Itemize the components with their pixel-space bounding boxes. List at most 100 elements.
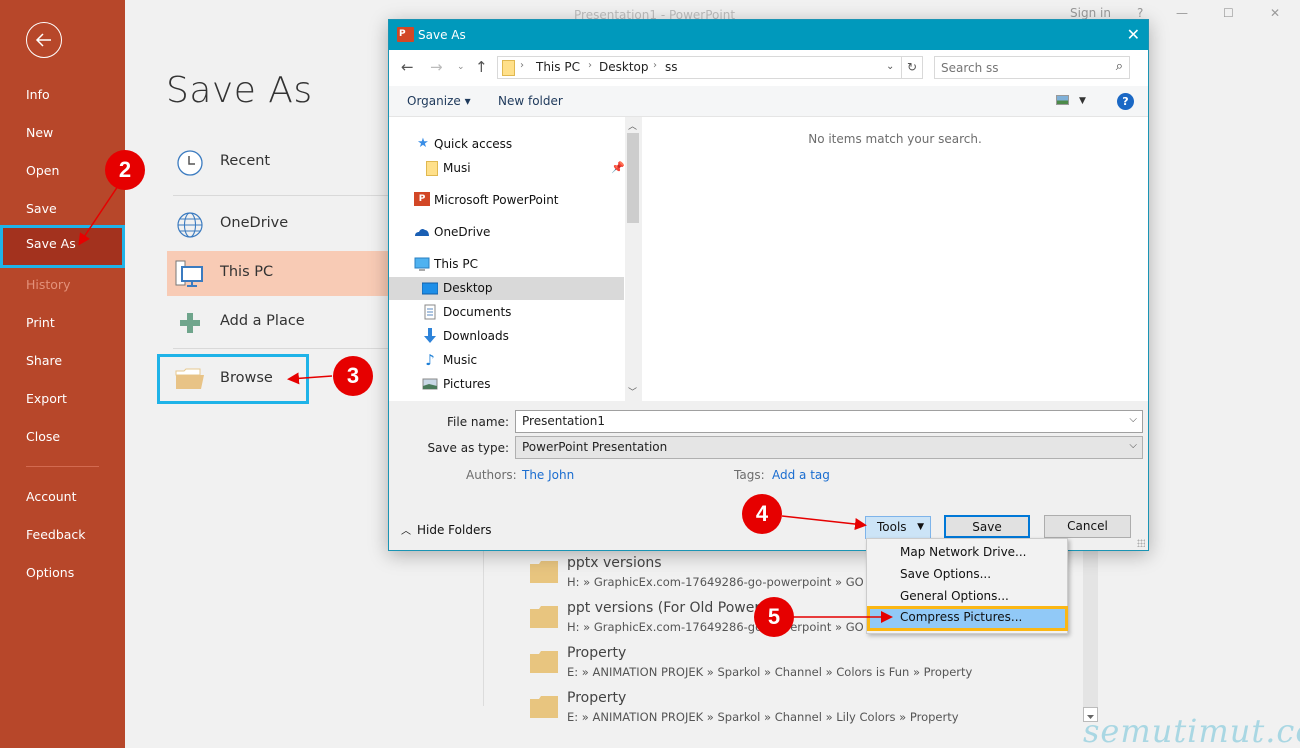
menu-item-map-network-drive[interactable]: Map Network Drive... [867, 541, 1067, 563]
hide-folders-label: Hide Folders [417, 523, 492, 537]
location-add-place[interactable]: Add a Place [167, 300, 389, 345]
view-dropdown-icon[interactable]: ▼ [1079, 96, 1086, 106]
tree-item-label: Quick access [434, 137, 513, 151]
chevron-down-icon[interactable]: ⌵ [1129, 440, 1137, 451]
search-input[interactable] [941, 58, 1101, 78]
view-options-icon[interactable] [1056, 95, 1069, 105]
hide-folders-button[interactable]: ︿ Hide Folders [401, 522, 492, 537]
breadcrumb-ss[interactable]: ss [665, 60, 678, 74]
close-button[interactable]: ✕ [1270, 6, 1280, 20]
address-bar[interactable]: › This PC › Desktop › ss ⌄ [497, 56, 902, 79]
up-folder-icon[interactable]: ↑ [475, 58, 488, 76]
menu-item-general-options[interactable]: General Options... [867, 585, 1067, 607]
folder-name: Property [567, 645, 627, 661]
dropdown-arrow-icon: ▼ [917, 522, 924, 532]
tags-value[interactable]: Add a tag [772, 468, 830, 482]
sidebar-item-save[interactable]: Save [0, 190, 125, 228]
scrollbar-thumb[interactable] [627, 133, 639, 223]
tree-item-onedrive[interactable]: OneDrive [389, 221, 624, 244]
authors-value[interactable]: The John [522, 468, 574, 482]
help-button[interactable]: ? [1137, 6, 1143, 20]
watermark: semutimut.com [1083, 712, 1300, 748]
organize-button[interactable]: Organize ▾ [407, 94, 471, 108]
sidebar-item-export[interactable]: Export [0, 380, 125, 418]
computer-icon [414, 257, 430, 271]
sidebar-item-close[interactable]: Close [0, 418, 125, 456]
sidebar-item-share[interactable]: Share [0, 342, 125, 380]
pin-icon[interactable]: 📌 [611, 161, 625, 174]
tree-item-this-pc[interactable]: This PC [389, 253, 624, 276]
desktop-icon [422, 282, 438, 295]
sidebar-item-print[interactable]: Print [0, 304, 125, 342]
tree-item-microsoft-powerpoint[interactable]: P Microsoft PowerPoint [389, 189, 624, 212]
scroll-up-icon[interactable]: ︿ [628, 119, 637, 132]
folder-icon [530, 696, 558, 718]
tree-item-documents[interactable]: Documents [389, 301, 624, 324]
file-name-input[interactable]: Presentation1 ⌵ [515, 410, 1143, 433]
pictures-icon [422, 378, 438, 390]
location-this-pc[interactable]: This PC [167, 251, 389, 296]
help-icon[interactable]: ? [1117, 93, 1134, 110]
resize-grip[interactable] [1137, 539, 1145, 547]
sidebar-item-save-as[interactable]: Save As [0, 225, 125, 268]
breadcrumb-separator: › [520, 60, 524, 71]
location-divider [173, 195, 389, 196]
menu-item-save-options[interactable]: Save Options... [867, 563, 1067, 585]
tools-button[interactable]: Tools ▼ [865, 516, 931, 539]
sidebar-item-feedback[interactable]: Feedback [0, 516, 125, 554]
minimize-button[interactable]: — [1176, 6, 1188, 20]
tree-item-musi[interactable]: Musi 📌 [389, 157, 625, 180]
forward-nav-icon[interactable]: → [430, 58, 443, 76]
back-arrow-icon [35, 33, 51, 47]
tree-item-label: Music [443, 353, 478, 367]
sidebar-item-account[interactable]: Account [0, 478, 125, 516]
folder-name: ppt versions (For Old PowerP [567, 600, 769, 616]
step-badge-5: 5 [754, 597, 794, 637]
recent-scrollbar[interactable] [1083, 550, 1098, 722]
tree-item-label: Pictures [443, 377, 491, 391]
menu-item-compress-pictures[interactable]: Compress Pictures... [867, 606, 1068, 631]
breadcrumb-desktop[interactable]: Desktop [599, 60, 649, 74]
panel-divider [483, 550, 484, 706]
scroll-down-icon[interactable]: ﹀ [628, 385, 637, 398]
page-title: Save As [166, 70, 313, 111]
search-box[interactable]: ⌕ [934, 56, 1130, 79]
refresh-button[interactable]: ↻ [902, 56, 923, 79]
breadcrumb-this-pc[interactable]: This PC [536, 60, 580, 74]
download-icon [424, 328, 436, 343]
sidebar-item-info[interactable]: Info [0, 76, 125, 114]
breadcrumb-separator: › [653, 60, 657, 71]
dialog-titlebar: P Save As ✕ [389, 20, 1148, 50]
breadcrumb-separator: › [588, 60, 592, 71]
folder-name: pptx versions [567, 555, 662, 571]
sidebar-item-new[interactable]: New [0, 114, 125, 152]
sidebar-item-options[interactable]: Options [0, 554, 125, 592]
nav-pane-scrollbar[interactable]: ︿ ﹀ [625, 117, 641, 401]
maximize-button[interactable]: ☐ [1223, 6, 1234, 20]
location-onedrive[interactable]: OneDrive [167, 202, 389, 247]
location-label: Add a Place [220, 313, 305, 329]
list-item[interactable]: Property E: » ANIMATION PROJEK » Sparkol… [530, 690, 1090, 735]
save-button[interactable]: Save [944, 515, 1030, 538]
folder-path: H: » GraphicEx.com-17649286-go-powerpoin… [567, 575, 898, 589]
tree-item-desktop[interactable]: Desktop [389, 277, 624, 300]
save-as-type-select[interactable]: PowerPoint Presentation ⌵ [515, 436, 1143, 459]
globe-icon [177, 212, 203, 238]
tree-item-downloads[interactable]: Downloads [389, 325, 624, 348]
list-item[interactable]: Property E: » ANIMATION PROJEK » Sparkol… [530, 645, 1090, 690]
sign-in-link[interactable]: Sign in [1070, 6, 1111, 20]
location-recent[interactable]: Recent [167, 140, 389, 185]
dialog-close-button[interactable]: ✕ [1127, 25, 1140, 44]
tree-item-label: Microsoft PowerPoint [434, 193, 559, 207]
recent-locations-icon[interactable]: ⌄ [457, 62, 465, 72]
chevron-down-icon[interactable]: ⌵ [1129, 414, 1137, 425]
new-folder-button[interactable]: New folder [498, 94, 563, 108]
back-button[interactable] [26, 22, 62, 58]
tree-item-quick-access[interactable]: ★ Quick access [389, 133, 624, 156]
cancel-button[interactable]: Cancel [1044, 515, 1131, 538]
back-nav-icon[interactable]: ← [401, 58, 414, 76]
browse-button[interactable]: Browse [157, 354, 309, 404]
address-dropdown-icon[interactable]: ⌄ [886, 61, 894, 72]
tree-item-music[interactable]: ♪ Music [389, 349, 624, 372]
tree-item-pictures[interactable]: Pictures [389, 373, 624, 396]
